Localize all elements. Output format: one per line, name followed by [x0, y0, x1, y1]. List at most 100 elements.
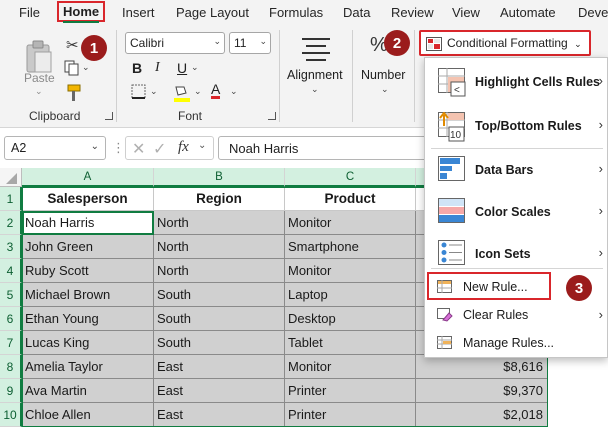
chevron-down-icon: ⌄ — [90, 141, 99, 152]
tab-page-layout[interactable]: Page Layout — [176, 5, 249, 20]
table-cell[interactable]: Laptop — [285, 283, 416, 307]
font-color-icon[interactable]: A — [211, 82, 221, 99]
tab-insert[interactable]: Insert — [122, 5, 155, 20]
table-header-cell[interactable]: Salesperson — [22, 187, 154, 211]
chevron-down-icon[interactable]: ⌄ — [381, 84, 389, 95]
row-header[interactable]: 9 — [0, 379, 22, 403]
underline-button[interactable]: U — [177, 60, 187, 76]
alignment-label[interactable]: Alignment — [287, 68, 343, 82]
row-header[interactable]: 3 — [0, 235, 22, 259]
number-label[interactable]: Number — [361, 68, 405, 82]
table-cell[interactable]: South — [154, 307, 285, 331]
tab-file[interactable]: File — [19, 5, 40, 20]
menu-item-icon-sets[interactable]: Icon Sets › — [425, 234, 608, 276]
column-header-a[interactable]: A — [22, 168, 154, 187]
copy-icon[interactable] — [64, 60, 80, 79]
table-cell[interactable]: Chloe Allen — [22, 403, 154, 427]
table-header-cell[interactable]: Region — [154, 187, 285, 211]
menu-item-color-scales[interactable]: Color Scales › — [425, 192, 608, 234]
table-cell[interactable]: East — [154, 379, 285, 403]
table-cell[interactable]: East — [154, 355, 285, 379]
chevron-down-icon[interactable]: ⌄ — [150, 86, 158, 97]
table-cell[interactable]: Monitor — [285, 259, 416, 283]
row-header[interactable]: 7 — [0, 331, 22, 355]
sales-cell[interactable]: $2,018 — [416, 403, 548, 427]
tab-data[interactable]: Data — [343, 5, 370, 20]
chevron-down-icon[interactable]: ⌄ — [194, 86, 202, 97]
row-header[interactable]: 2 — [0, 211, 22, 235]
font-launcher-icon[interactable] — [268, 112, 276, 120]
table-cell[interactable]: Tablet — [285, 331, 416, 355]
table-cell[interactable]: East — [154, 403, 285, 427]
fill-color-icon[interactable] — [172, 83, 192, 106]
scissors-icon[interactable]: ✂ — [66, 36, 79, 54]
chevron-right-icon: › — [598, 161, 603, 176]
table-cell[interactable]: North — [154, 259, 285, 283]
column-header-b[interactable]: B — [154, 168, 285, 187]
name-box[interactable]: A2 ⌄ — [4, 136, 106, 160]
table-cell[interactable]: South — [154, 283, 285, 307]
chevron-down-icon[interactable]: ⌄ — [82, 62, 90, 73]
tab-home[interactable]: Home — [57, 1, 106, 23]
menu-item-data-bars[interactable]: Data Bars › — [425, 150, 608, 192]
table-cell[interactable]: Michael Brown — [22, 283, 154, 307]
menu-item-manage-rules[interactable]: Manage Rules... — [425, 330, 608, 356]
font-name-select[interactable]: Calibri ⌄ — [125, 32, 225, 54]
menu-bar: File Home Insert Page Layout Formulas Da… — [0, 0, 608, 26]
table-cell[interactable]: Ruby Scott — [22, 259, 154, 283]
sales-cell[interactable]: $9,370 — [416, 379, 548, 403]
select-all-corner[interactable] — [0, 168, 22, 187]
tab-automate[interactable]: Automate — [500, 5, 556, 20]
row-header[interactable]: 8 — [0, 355, 22, 379]
sales-cell[interactable]: $8,616 — [416, 355, 548, 379]
chevron-down-icon[interactable]: ⌄ — [311, 84, 319, 95]
italic-button[interactable]: I — [155, 60, 160, 76]
table-cell[interactable]: Printer — [285, 379, 416, 403]
enter-icon[interactable]: ✓ — [153, 139, 166, 159]
bold-button[interactable]: B — [132, 60, 142, 76]
chevron-down-icon[interactable]: ⌄ — [191, 62, 199, 73]
chevron-down-icon: ⌄ — [213, 36, 221, 46]
format-painter-icon[interactable] — [64, 84, 82, 105]
table-cell[interactable]: Amelia Taylor — [22, 355, 154, 379]
font-size-select[interactable]: 11 ⌄ — [229, 32, 271, 54]
column-header-c[interactable]: C — [285, 168, 416, 187]
row-header[interactable]: 1 — [0, 187, 22, 211]
table-header-cell[interactable]: Product — [285, 187, 416, 211]
table-cell[interactable]: Ethan Young — [22, 307, 154, 331]
chevron-down-icon[interactable]: ⌄ — [198, 140, 206, 151]
tab-formulas[interactable]: Formulas — [269, 5, 323, 20]
row-header[interactable]: 6 — [0, 307, 22, 331]
table-cell[interactable]: Monitor — [285, 355, 416, 379]
alignment-icon[interactable] — [300, 36, 332, 65]
table-cell[interactable]: North — [154, 211, 285, 235]
row-header[interactable]: 4 — [0, 259, 22, 283]
chevron-down-icon[interactable]: ⌄ — [35, 86, 43, 97]
row-header[interactable]: 5 — [0, 283, 22, 307]
table-cell[interactable]: North — [154, 235, 285, 259]
borders-icon[interactable] — [131, 84, 147, 103]
menu-item-highlight-cells-rules[interactable]: < Highlight Cells Rules › — [425, 62, 608, 104]
menu-item-top-bottom-rules[interactable]: 10 Top/Bottom Rules › — [425, 106, 608, 148]
table-cell[interactable]: Smartphone — [285, 235, 416, 259]
formula-input[interactable]: Noah Harris — [218, 136, 428, 160]
insert-function-icon[interactable]: fx — [178, 139, 189, 156]
row-header[interactable]: 10 — [0, 403, 22, 427]
cancel-icon[interactable]: ✕ — [132, 139, 145, 159]
table-cell[interactable]: Desktop — [285, 307, 416, 331]
chevron-down-icon[interactable]: ⌄ — [230, 86, 238, 97]
tab-view[interactable]: View — [452, 5, 480, 20]
table-cell[interactable]: Ava Martin — [22, 379, 154, 403]
table-cell[interactable]: Monitor — [285, 211, 416, 235]
conditional-formatting-button[interactable]: Conditional Formatting ⌄ — [419, 30, 591, 56]
table-cell[interactable]: Printer — [285, 403, 416, 427]
table-cell[interactable]: Lucas King — [22, 331, 154, 355]
table-cell[interactable]: South — [154, 331, 285, 355]
clipboard-launcher-icon[interactable] — [105, 112, 113, 120]
conditional-formatting-label: Conditional Formatting — [447, 36, 568, 50]
menu-item-clear-rules[interactable]: Clear Rules › — [425, 302, 608, 328]
tab-review[interactable]: Review — [391, 5, 434, 20]
table-cell[interactable]: Noah Harris — [22, 211, 154, 235]
tab-developer[interactable]: Deve — [578, 5, 608, 20]
table-cell[interactable]: John Green — [22, 235, 154, 259]
